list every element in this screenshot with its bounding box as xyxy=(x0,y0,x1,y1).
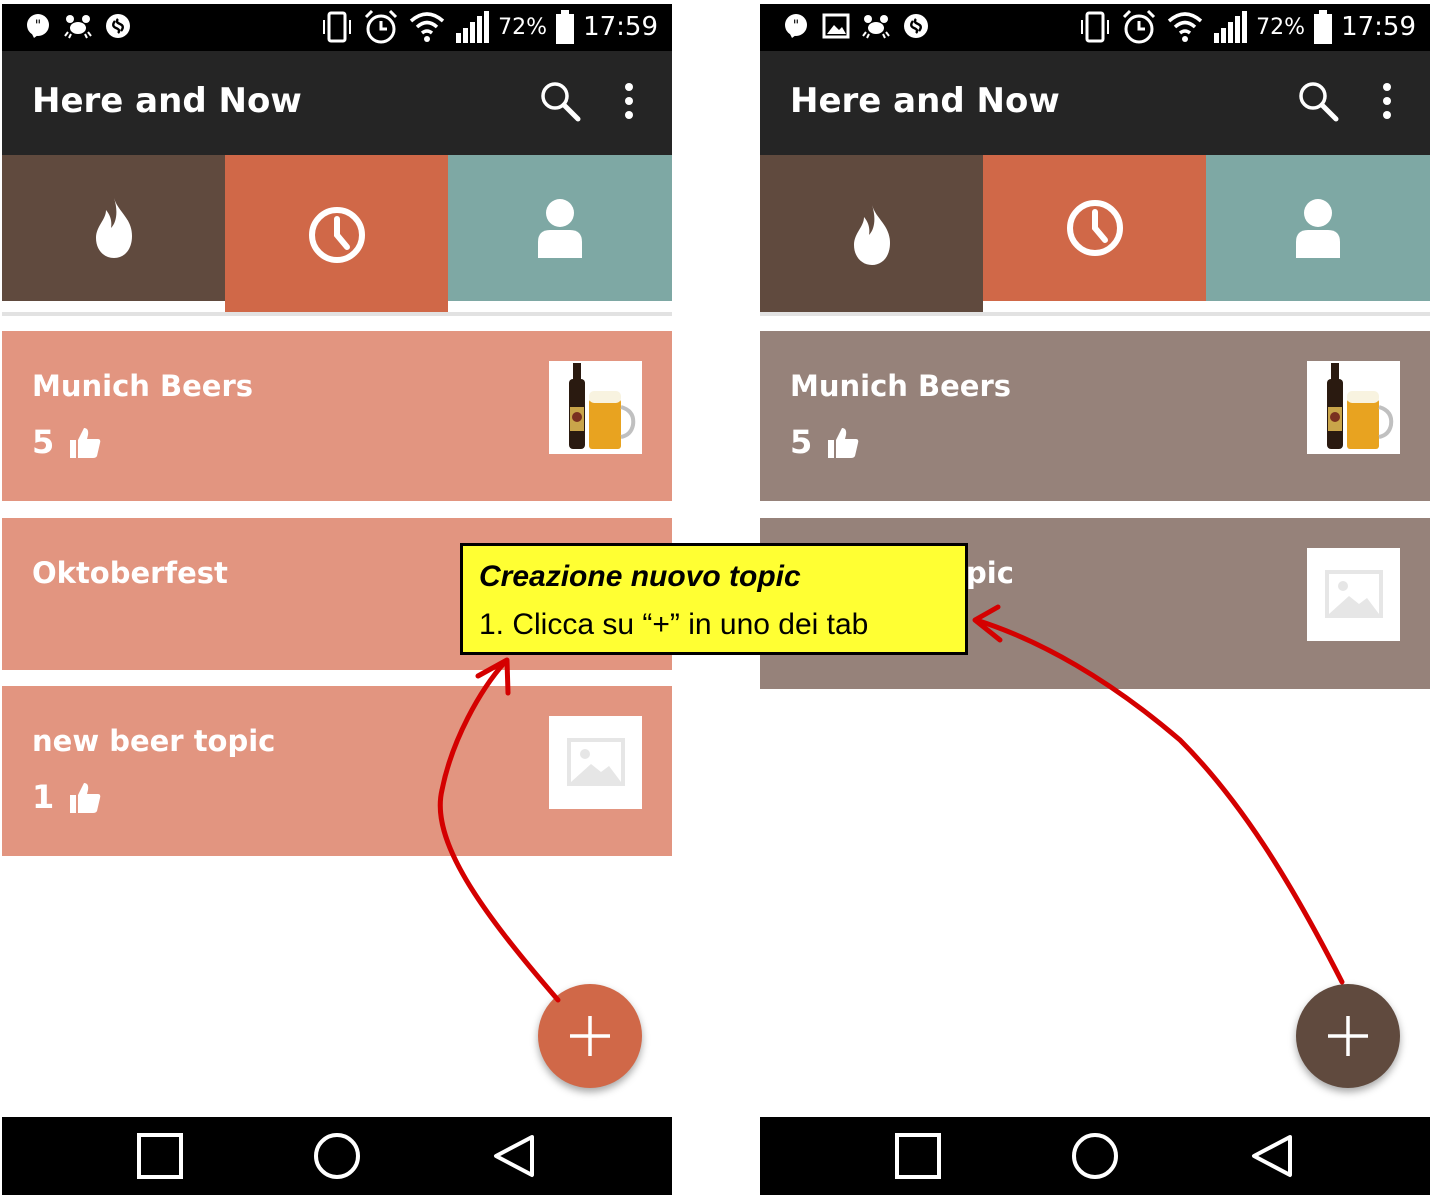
annotation-arrows xyxy=(437,604,1345,1003)
arrow-right xyxy=(973,617,1345,985)
arrow-left xyxy=(437,659,561,1003)
